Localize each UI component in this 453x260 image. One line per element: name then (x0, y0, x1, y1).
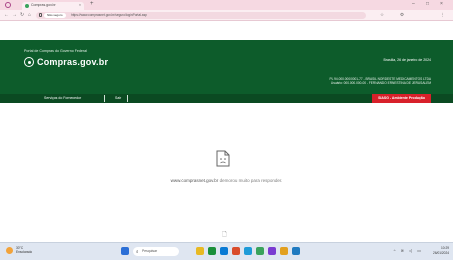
security-chip[interactable]: Não seguro (44, 13, 66, 18)
error-page: www.comprasnet.gov.br demorou muito para… (0, 103, 453, 238)
close-window-button[interactable]: × (440, 1, 443, 7)
tab-close-icon[interactable]: × (79, 3, 81, 7)
teams-icon[interactable] (280, 247, 288, 255)
menu-divider (127, 95, 128, 102)
back-button[interactable]: ← (4, 12, 9, 18)
reload-button[interactable]: ↻ (20, 12, 24, 18)
search-placeholder: Pesquisar (142, 249, 158, 253)
user-name: Usuário: 000.000.000-00 - FERNANDO ERNES… (330, 81, 431, 86)
browser-tab[interactable]: Compras.gov.br × (22, 2, 84, 10)
browser-toolbar: ← → ↻ ⌂ Não seguro https://www.comprasne… (0, 10, 453, 21)
new-tab-button[interactable]: + (90, 1, 94, 7)
menu-divider (104, 95, 105, 102)
system-tray-icons[interactable]: ^ ≋ ◁ ▭ (394, 248, 423, 253)
error-host: www.comprasnet.gov.br (170, 178, 219, 183)
mail-icon[interactable] (256, 247, 264, 255)
chrome-icon[interactable] (268, 247, 276, 255)
org-name: Portal de Compras do Governo Federal (24, 49, 87, 53)
widgets-icon[interactable] (196, 247, 204, 255)
maximize-button[interactable]: □ (426, 1, 429, 7)
bookmark-star-icon[interactable]: ☆ (380, 12, 384, 18)
forward-button[interactable]: → (12, 12, 17, 18)
weather-desc: Ensolarado (16, 250, 33, 254)
error-detail: demorou muito para responder. (219, 178, 283, 183)
app-icon[interactable] (292, 247, 300, 255)
home-button[interactable]: ⌂ (28, 12, 31, 18)
edge-icon[interactable] (232, 247, 240, 255)
broken-page-icon (216, 150, 230, 167)
lock-icon (39, 13, 42, 17)
menu-supplier-services[interactable]: Serviços do Fornecedor (44, 95, 81, 102)
browser-tab-bar: Compras.gov.br × + – □ × (0, 0, 453, 10)
clock[interactable]: 10:29 26/01/2024 (433, 246, 449, 255)
profile-icon[interactable] (5, 2, 11, 8)
tab-title: Compras.gov.br (31, 3, 56, 7)
sun-icon (6, 246, 13, 254)
clock-date: 26/01/2024 (433, 250, 449, 255)
page-icon: 🗋 (222, 232, 227, 238)
favicon-icon (25, 4, 29, 8)
search-icon: ⌕ (136, 249, 139, 254)
menu-logout[interactable]: Sair (115, 95, 121, 102)
current-date: Brasília, 26 de janeiro de 2024 (383, 58, 431, 62)
extensions-icon[interactable]: ⚙ (400, 12, 404, 18)
url-text[interactable]: https://www.comprasnet.gov.br/seguro/log… (71, 13, 147, 17)
file-explorer-icon[interactable] (208, 247, 216, 255)
error-message: www.comprasnet.gov.br demorou muito para… (0, 178, 453, 183)
site-header: Portal de Compras do Governo Federal Com… (0, 40, 453, 98)
address-bar[interactable]: Não seguro https://www.comprasnet.gov.br… (36, 12, 366, 19)
user-info: PL 94.000.000/0001-77 - BRASIL NORDESTE … (329, 77, 431, 85)
environment-badge: SIASG - Ambiente Produção (372, 94, 431, 103)
site-logo[interactable]: Compras.gov.br (24, 56, 108, 68)
store-icon[interactable] (220, 247, 228, 255)
browser-menu-icon[interactable]: ⋮ (440, 12, 445, 18)
weather-widget[interactable]: 30°C Ensolarado (6, 246, 32, 254)
minimize-button[interactable]: – (412, 1, 415, 7)
taskbar-search[interactable]: ⌕ Pesquisar (133, 247, 179, 256)
logo-icon (24, 57, 34, 67)
start-icon[interactable] (121, 247, 129, 255)
logo-text: Compras.gov.br (37, 57, 109, 67)
office-icon[interactable] (244, 247, 252, 255)
taskbar: 30°C Ensolarado ⌕ Pesquisar ^ ≋ ◁ ▭ 10:2… (0, 242, 453, 260)
